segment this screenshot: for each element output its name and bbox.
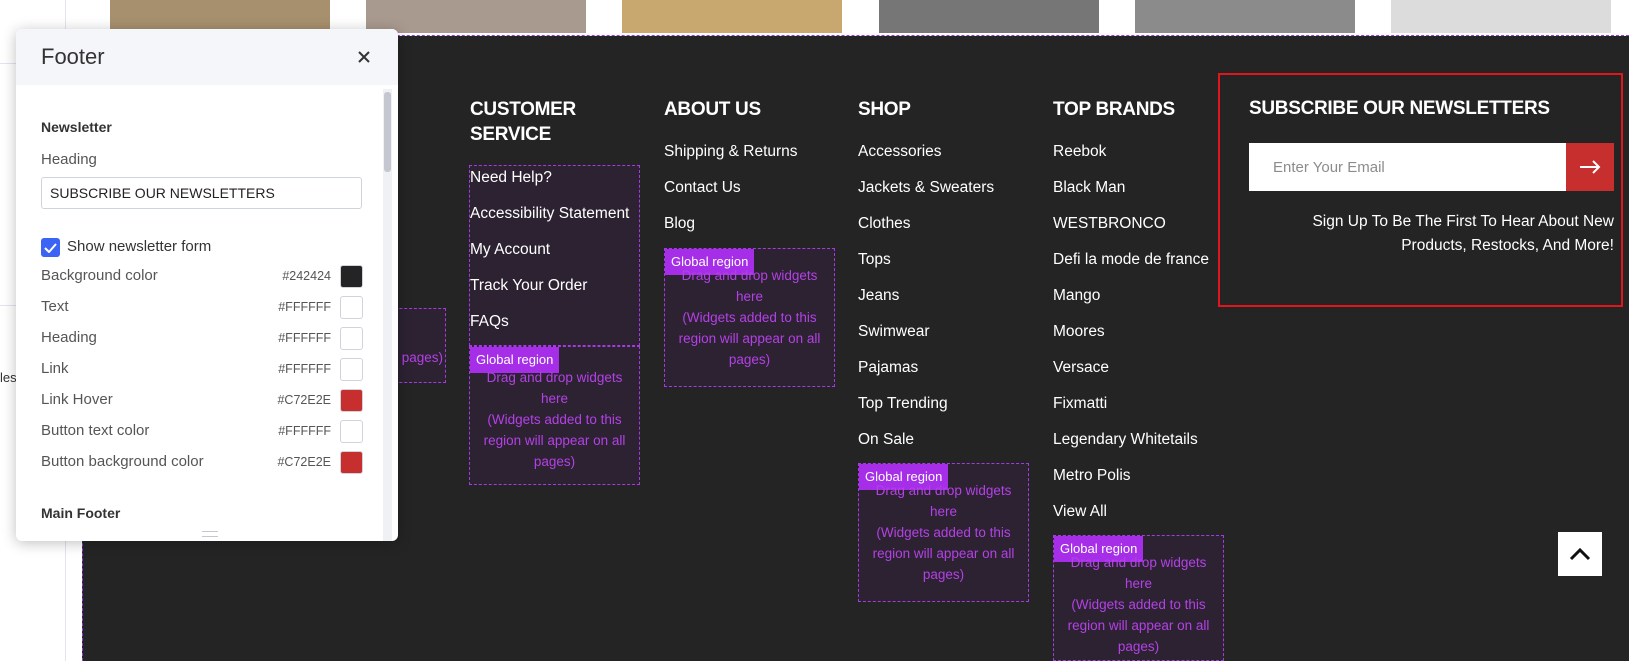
footer-link[interactable]: On Sale [858, 430, 914, 450]
thumbnail-image[interactable] [622, 0, 842, 33]
color-swatch[interactable] [340, 296, 363, 319]
footer-link[interactable]: Fixmatti [1053, 394, 1107, 414]
footer-link[interactable]: FAQs [470, 312, 509, 332]
arrow-right-icon [1580, 160, 1601, 174]
color-swatch[interactable] [340, 358, 363, 381]
color-setting-text: Text #FFFFFF [41, 296, 363, 320]
thumbnail-image[interactable] [1135, 0, 1355, 33]
close-icon[interactable] [354, 47, 374, 67]
show-newsletter-label: Show newsletter form [67, 238, 212, 255]
heading-field-label: Heading [41, 151, 97, 168]
footer-link[interactable]: Contact Us [664, 178, 741, 198]
color-setting-button-text: Button text color #FFFFFF [41, 420, 363, 444]
sidebar-text-fragment: les [0, 370, 17, 385]
global-region[interactable]: Global region Drag and drop widgets here… [1053, 535, 1224, 661]
check-icon [44, 242, 57, 253]
footer-link[interactable]: WESTBRONCO [1053, 214, 1166, 234]
footer-link[interactable]: Clothes [858, 214, 911, 234]
footer-link[interactable]: Jackets & Sweaters [858, 178, 994, 198]
thumbnail-image[interactable] [879, 0, 1099, 33]
thumbnail-image[interactable] [366, 0, 586, 33]
newsletter-heading: SUBSCRIBE OUR NEWSLETTERS [1249, 98, 1550, 119]
color-setting-button-background: Button background color #C72E2E [41, 451, 363, 475]
footer-link[interactable]: Tops [858, 250, 891, 270]
color-swatch[interactable] [340, 265, 363, 288]
color-setting-heading: Heading #FFFFFF [41, 327, 363, 351]
footer-link[interactable]: Need Help? [470, 168, 552, 188]
panel-scrollbar[interactable] [383, 89, 392, 541]
footer-link[interactable]: Blog [664, 214, 695, 234]
section-title-newsletter: Newsletter [41, 119, 112, 135]
color-hex: #FFFFFF [278, 300, 331, 314]
region-text: Drag and drop widgets here (Widgets adde… [678, 268, 821, 367]
color-setting-link: Link #FFFFFF [41, 358, 363, 382]
footer-link[interactable]: Accessibility Statement [470, 204, 629, 224]
color-setting-label: Button background color [41, 453, 204, 470]
region-text: Drag and drop widgets here (Widgets adde… [872, 483, 1015, 582]
color-hex: #FFFFFF [278, 424, 331, 438]
global-region[interactable]: Global region Drag and drop widgets here… [469, 346, 640, 485]
color-setting-label: Link [41, 360, 69, 377]
color-setting-label: Heading [41, 329, 97, 346]
color-setting-label: Link Hover [41, 391, 113, 408]
footer-link[interactable]: View All [1053, 502, 1107, 522]
color-setting-label: Button text color [41, 422, 150, 439]
back-to-top-button[interactable] [1558, 532, 1602, 576]
footer-link[interactable]: Accessories [858, 142, 942, 162]
heading-field-input[interactable] [41, 177, 362, 209]
color-setting-label: Text [41, 298, 69, 315]
chevron-up-icon [1569, 547, 1591, 561]
thumbnail-image[interactable] [1391, 0, 1611, 33]
footer-heading-about-us: ABOUT US [664, 99, 761, 120]
show-newsletter-checkbox[interactable] [41, 238, 60, 257]
color-setting-label: Background color [41, 267, 158, 284]
scrollbar-thumb[interactable] [384, 92, 391, 172]
global-region[interactable]: Global region Drag and drop widgets here… [858, 463, 1029, 602]
color-setting-link-hover: Link Hover #C72E2E [41, 389, 363, 413]
color-hex: #242424 [282, 269, 331, 283]
footer-link[interactable]: My Account [470, 240, 550, 260]
color-swatch[interactable] [340, 327, 363, 350]
panel-resize-handle[interactable] [202, 531, 218, 537]
newsletter-submit-button[interactable] [1566, 143, 1614, 191]
region-text: Drag and drop widgets here (Widgets adde… [1067, 555, 1210, 654]
global-region[interactable]: Global region Drag and drop widgets here… [664, 248, 835, 387]
footer-link[interactable]: Pajamas [858, 358, 918, 378]
region-text: Drag and drop widgets here (Widgets adde… [483, 370, 626, 469]
color-swatch[interactable] [340, 451, 363, 474]
footer-link[interactable]: Moores [1053, 322, 1105, 342]
footer-link[interactable]: Versace [1053, 358, 1109, 378]
footer-link[interactable]: Swimwear [858, 322, 929, 342]
footer-link[interactable]: Legendary Whitetails [1053, 430, 1198, 450]
color-hex: #C72E2E [277, 393, 331, 407]
footer-settings-panel: Footer Newsletter Heading Show newslette… [16, 29, 398, 541]
footer-heading-shop: SHOP [858, 99, 911, 120]
footer-link[interactable]: Top Trending [858, 394, 948, 414]
footer-link[interactable]: Shipping & Returns [664, 142, 798, 162]
footer-link[interactable]: Mango [1053, 286, 1100, 306]
color-hex: #FFFFFF [278, 331, 331, 345]
footer-link[interactable]: Track Your Order [470, 276, 587, 296]
footer-link[interactable]: Black Man [1053, 178, 1125, 198]
newsletter-description: Sign Up To Be The First To Hear About Ne… [1312, 213, 1614, 254]
footer-link[interactable]: Metro Polis [1053, 466, 1131, 486]
footer-link[interactable]: Defi la mode de france [1053, 250, 1209, 270]
color-hex: #C72E2E [277, 455, 331, 469]
panel-title: Footer [41, 44, 105, 69]
footer-heading-top-brands: TOP BRANDS [1053, 99, 1175, 120]
color-setting-background: Background color #242424 [41, 265, 363, 289]
panel-header: Footer [16, 29, 398, 85]
footer-link[interactable]: Jeans [858, 286, 899, 306]
color-swatch[interactable] [340, 420, 363, 443]
color-swatch[interactable] [340, 389, 363, 412]
footer-heading-customer-service: CUSTOMER SERVICE [470, 99, 576, 145]
section-title-main-footer: Main Footer [41, 505, 121, 521]
footer-link[interactable]: Reebok [1053, 142, 1106, 162]
newsletter-email-input[interactable] [1249, 143, 1566, 191]
color-hex: #FFFFFF [278, 362, 331, 376]
